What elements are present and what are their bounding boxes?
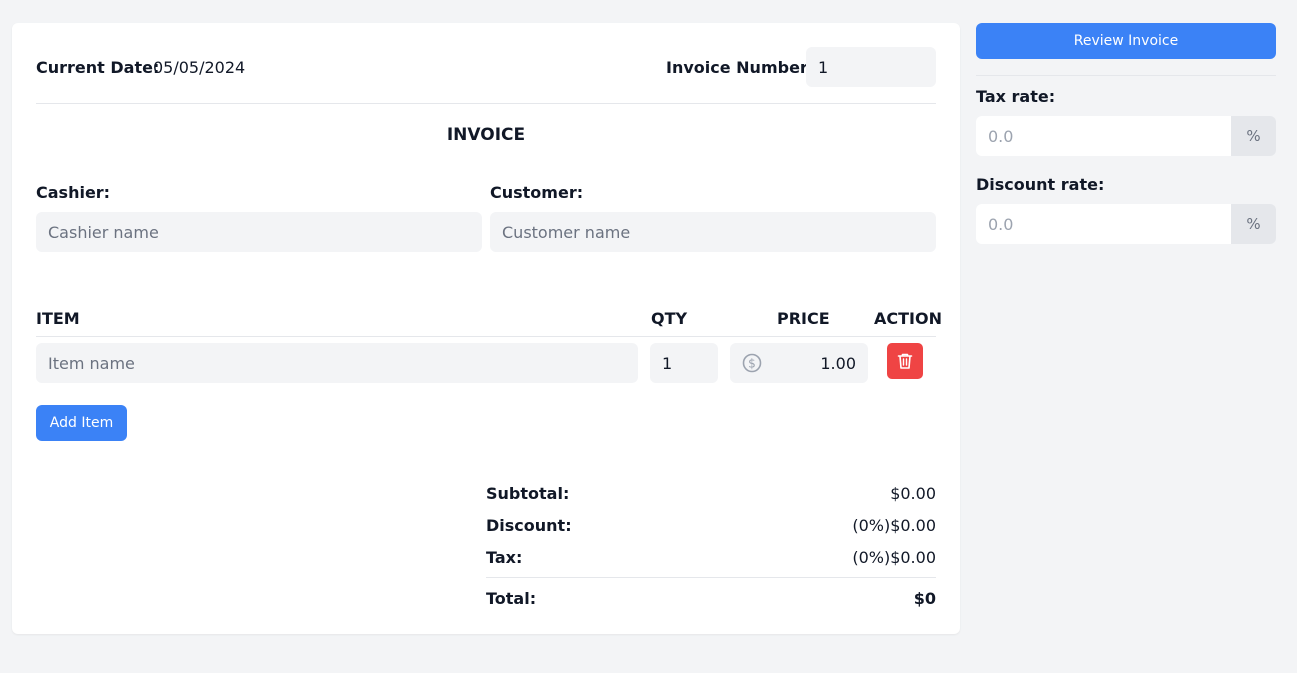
trash-icon <box>897 352 913 370</box>
review-invoice-button[interactable]: Review Invoice <box>976 23 1276 59</box>
invoice-card: Current Date: 05/05/2024 Invoice Number:… <box>12 23 960 634</box>
current-date-label: Current Date: <box>36 58 160 77</box>
column-header-action: ACTION <box>874 309 942 328</box>
total-label: Total: <box>486 589 537 608</box>
tax-rate-unit: % <box>1231 116 1276 156</box>
discount-rate-input[interactable] <box>976 204 1231 244</box>
invoice-number-input[interactable] <box>806 47 936 87</box>
dollar-icon: $ <box>742 353 762 373</box>
delete-item-button[interactable] <box>887 343 923 379</box>
qty-input[interactable] <box>650 343 718 383</box>
column-header-qty: QTY <box>651 309 688 328</box>
invoice-number-label: Invoice Number: <box>666 58 815 77</box>
column-header-item: ITEM <box>36 309 80 328</box>
svg-text:$: $ <box>748 357 756 371</box>
cashier-label: Cashier: <box>36 183 111 202</box>
current-date-value: 05/05/2024 <box>153 58 246 77</box>
tax-value: (0%)$0.00 <box>852 548 936 567</box>
cashier-input[interactable] <box>36 212 482 252</box>
discount-rate-unit: % <box>1231 204 1276 244</box>
table-header-divider <box>36 336 936 337</box>
discount-value: (0%)$0.00 <box>852 516 936 535</box>
sidebar-divider <box>976 75 1276 76</box>
subtotal-label: Subtotal: <box>486 484 570 503</box>
tax-rate-label: Tax rate: <box>976 87 1056 106</box>
discount-rate-label: Discount rate: <box>976 175 1105 194</box>
tax-label: Tax: <box>486 548 523 567</box>
column-header-price: PRICE <box>777 309 830 328</box>
tax-rate-input[interactable] <box>976 116 1231 156</box>
header-divider <box>36 103 936 104</box>
subtotal-value: $0.00 <box>890 484 936 503</box>
discount-label: Discount: <box>486 516 572 535</box>
customer-input[interactable] <box>490 212 936 252</box>
invoice-title: INVOICE <box>446 125 526 145</box>
item-name-input[interactable] <box>36 343 638 383</box>
price-field[interactable]: $ <box>730 343 868 383</box>
price-input[interactable] <box>776 343 856 383</box>
summary-divider <box>486 577 936 578</box>
total-value: $0 <box>913 589 936 608</box>
add-item-button[interactable]: Add Item <box>36 405 127 441</box>
customer-label: Customer: <box>490 183 584 202</box>
